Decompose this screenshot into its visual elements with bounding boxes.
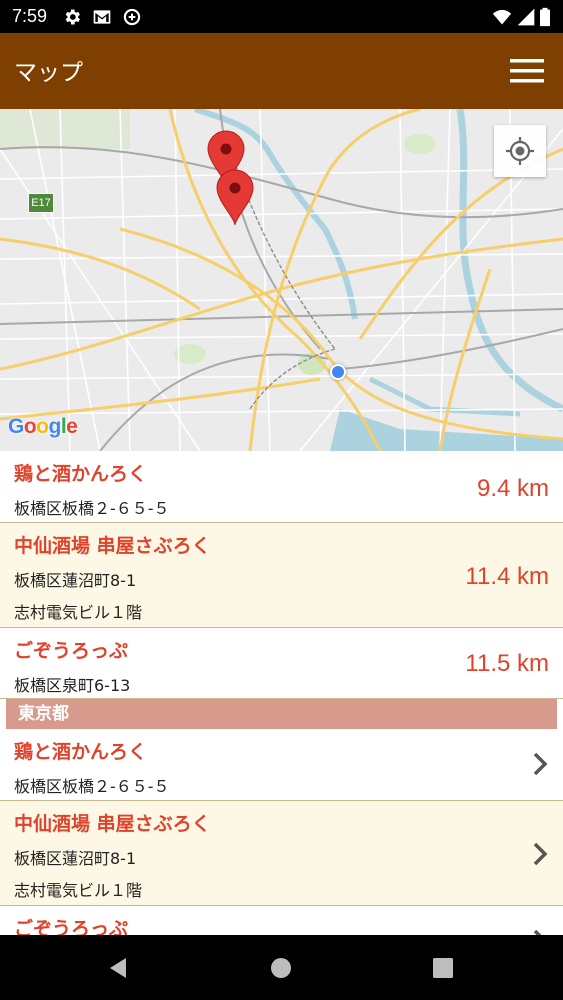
shop-address: 板橋区蓮沼町8-1: [14, 849, 137, 868]
shop-name: 中仙酒場 串屋さぶろく: [14, 535, 211, 557]
signal-icon: [517, 8, 535, 26]
google-logo: Google: [8, 415, 78, 438]
gmail-icon: [93, 10, 111, 24]
status-time: 7:59: [12, 6, 48, 26]
shop-name: ごぞうろっぷ: [14, 918, 129, 935]
recents-icon[interactable]: [430, 955, 456, 981]
menu-button[interactable]: [504, 53, 548, 89]
highway-badge: E17: [28, 193, 54, 213]
status-bar: 7:59: [0, 0, 563, 33]
shop-distance: 11.5 km: [465, 650, 549, 677]
shop-name: ごぞうろっぷ: [14, 640, 129, 662]
settings-icon: [65, 9, 80, 25]
map-tiles: [0, 109, 563, 451]
shop-distance: 11.4 km: [465, 563, 549, 590]
chevron-right-icon: [533, 752, 548, 776]
no-data-saver-icon: [123, 8, 141, 26]
user-location-dot: [330, 364, 346, 380]
app-bar: マップ: [0, 33, 563, 109]
back-icon[interactable]: [105, 955, 131, 981]
chevron-right-icon: [533, 929, 542, 935]
nearby-row[interactable]: 中仙酒場 串屋さぶろく 板橋区蓮沼町8-1 志村電気ビル１階 11.4 km: [0, 523, 563, 628]
battery-icon: [540, 7, 550, 27]
shop-distance: 9.4 km: [476, 475, 549, 502]
map-pin[interactable]: [215, 168, 255, 226]
shop-name: 鶏と酒かんろく: [14, 463, 148, 485]
nearby-row[interactable]: ごぞうろっぷ 板橋区泉町6-13 11.5 km: [0, 628, 563, 699]
system-nav-bar: [0, 935, 563, 1000]
section-header: 東京都: [0, 699, 563, 729]
map-pin-icon: [216, 169, 254, 226]
shop-address-building: 志村電気ビル１階: [14, 603, 143, 622]
home-icon[interactable]: [268, 955, 294, 981]
map-view[interactable]: E17 Google: [0, 109, 563, 451]
section-row[interactable]: 中仙酒場 串屋さぶろく 板橋区蓮沼町8-1 志村電気ビル１階: [0, 801, 563, 906]
shop-list[interactable]: 鶏と酒かんろく 板橋区板橋２-６５-５ 9.4 km 中仙酒場 串屋さぶろく 板…: [0, 451, 563, 935]
shop-address: 板橋区板橋２-６５-５: [14, 777, 170, 796]
shop-address: 板橋区蓮沼町8-1: [14, 571, 137, 590]
my-location-button[interactable]: [494, 125, 546, 177]
my-location-icon: [506, 137, 534, 165]
hamburger-menu-icon: [510, 59, 544, 83]
shop-address: 板橋区板橋２-６５-５: [14, 499, 170, 518]
shop-name: 中仙酒場 串屋さぶろく: [14, 813, 211, 835]
section-row[interactable]: 鶏と酒かんろく 板橋区板橋２-６５-５: [0, 729, 563, 801]
shop-name: 鶏と酒かんろく: [14, 741, 148, 763]
shop-address-building: 志村電気ビル１階: [14, 881, 143, 900]
page-title: マップ: [14, 60, 83, 86]
shop-address: 板橋区泉町6-13: [14, 676, 131, 695]
section-row[interactable]: ごぞうろっぷ: [0, 906, 563, 935]
section-header-label: 東京都: [6, 699, 557, 729]
chevron-right-icon: [533, 842, 548, 866]
wifi-icon: [492, 9, 512, 25]
nearby-row[interactable]: 鶏と酒かんろく 板橋区板橋２-６５-５ 9.4 km: [0, 451, 563, 523]
